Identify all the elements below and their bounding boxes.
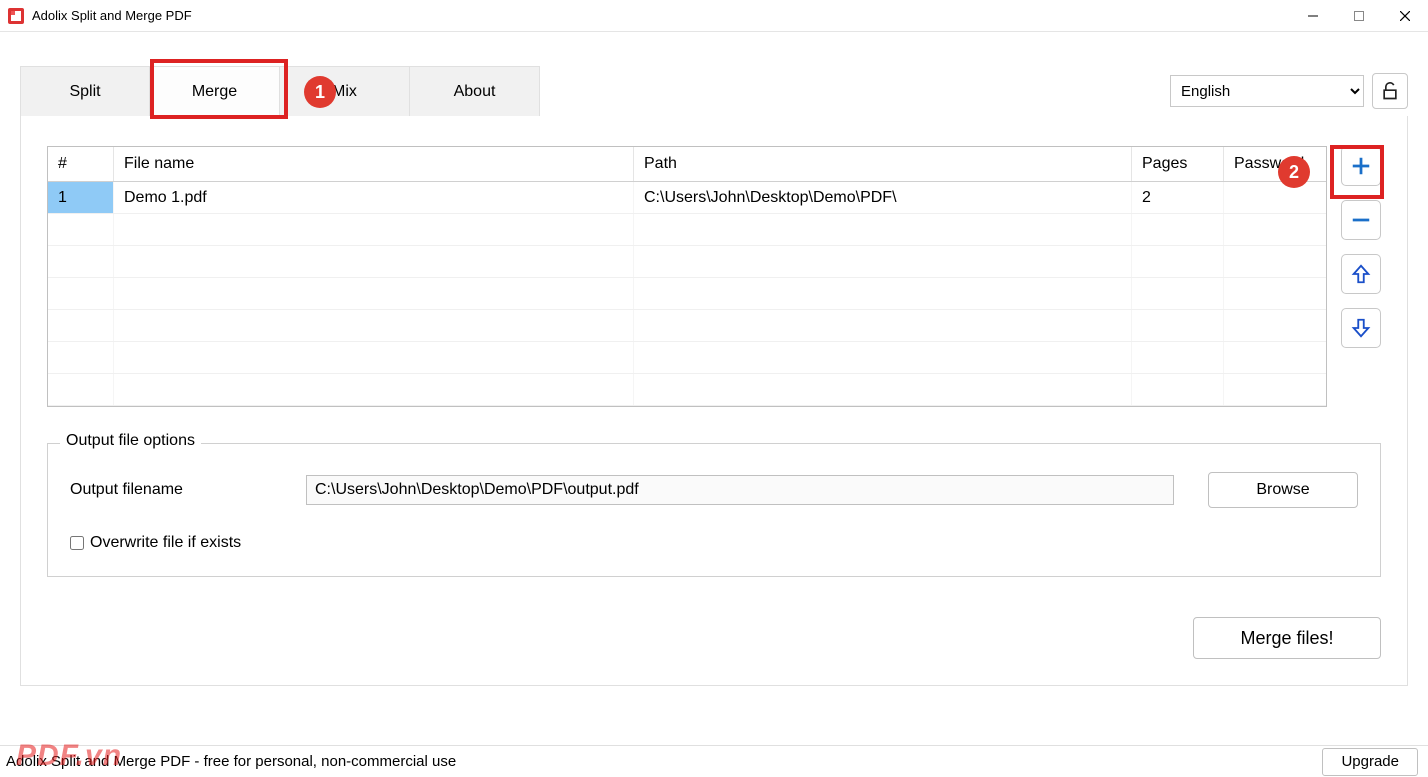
output-filename-label: Output filename	[70, 481, 306, 499]
tab-mix[interactable]: Mix	[280, 66, 410, 116]
table-row[interactable]: 1 Demo 1.pdf C:\Users\John\Desktop\Demo\…	[48, 182, 1326, 214]
remove-file-button[interactable]	[1341, 200, 1381, 240]
add-file-button[interactable]	[1341, 146, 1381, 186]
unlock-icon	[1380, 81, 1400, 101]
maximize-button[interactable]	[1336, 0, 1382, 32]
output-legend: Output file options	[60, 432, 201, 450]
plus-icon	[1350, 155, 1372, 177]
language-select[interactable]: English	[1170, 75, 1364, 107]
arrow-down-icon	[1350, 317, 1372, 339]
table-row[interactable]	[48, 310, 1326, 342]
status-text: Adolix Split and Merge PDF - free for pe…	[6, 753, 456, 770]
file-table: # File name Path Pages Password 1 Demo 1…	[47, 146, 1327, 407]
tab-about[interactable]: About	[410, 66, 540, 116]
tab-split[interactable]: Split	[20, 66, 150, 116]
merge-button[interactable]: Merge files!	[1193, 617, 1381, 659]
minimize-button[interactable]	[1290, 0, 1336, 32]
table-row[interactable]	[48, 374, 1326, 406]
table-row[interactable]	[48, 278, 1326, 310]
overwrite-checkbox[interactable]	[70, 536, 84, 550]
col-num[interactable]: #	[48, 147, 114, 181]
output-options: Output file options Output filename Brow…	[47, 443, 1381, 577]
status-bar: Adolix Split and Merge PDF - free for pe…	[0, 745, 1428, 777]
col-password[interactable]: Password	[1224, 147, 1326, 181]
move-up-button[interactable]	[1341, 254, 1381, 294]
browse-button[interactable]: Browse	[1208, 472, 1358, 508]
output-filename-input[interactable]	[306, 475, 1174, 505]
app-icon	[8, 8, 24, 24]
minus-icon	[1350, 209, 1372, 231]
table-row[interactable]	[48, 214, 1326, 246]
tab-merge[interactable]: Merge	[150, 66, 280, 116]
close-button[interactable]	[1382, 0, 1428, 32]
overwrite-checkbox-row[interactable]: Overwrite file if exists	[70, 534, 241, 552]
col-file[interactable]: File name	[114, 147, 634, 181]
tab-row: Split Merge Mix About English	[20, 66, 1408, 116]
titlebar: Adolix Split and Merge PDF	[0, 0, 1428, 32]
upgrade-button[interactable]: Upgrade	[1322, 748, 1418, 776]
col-path[interactable]: Path	[634, 147, 1132, 181]
arrow-up-icon	[1350, 263, 1372, 285]
table-row[interactable]	[48, 246, 1326, 278]
overwrite-label: Overwrite file if exists	[90, 534, 241, 552]
lock-button[interactable]	[1372, 73, 1408, 109]
move-down-button[interactable]	[1341, 308, 1381, 348]
window-title: Adolix Split and Merge PDF	[32, 8, 192, 23]
table-row[interactable]	[48, 342, 1326, 374]
col-pages[interactable]: Pages	[1132, 147, 1224, 181]
